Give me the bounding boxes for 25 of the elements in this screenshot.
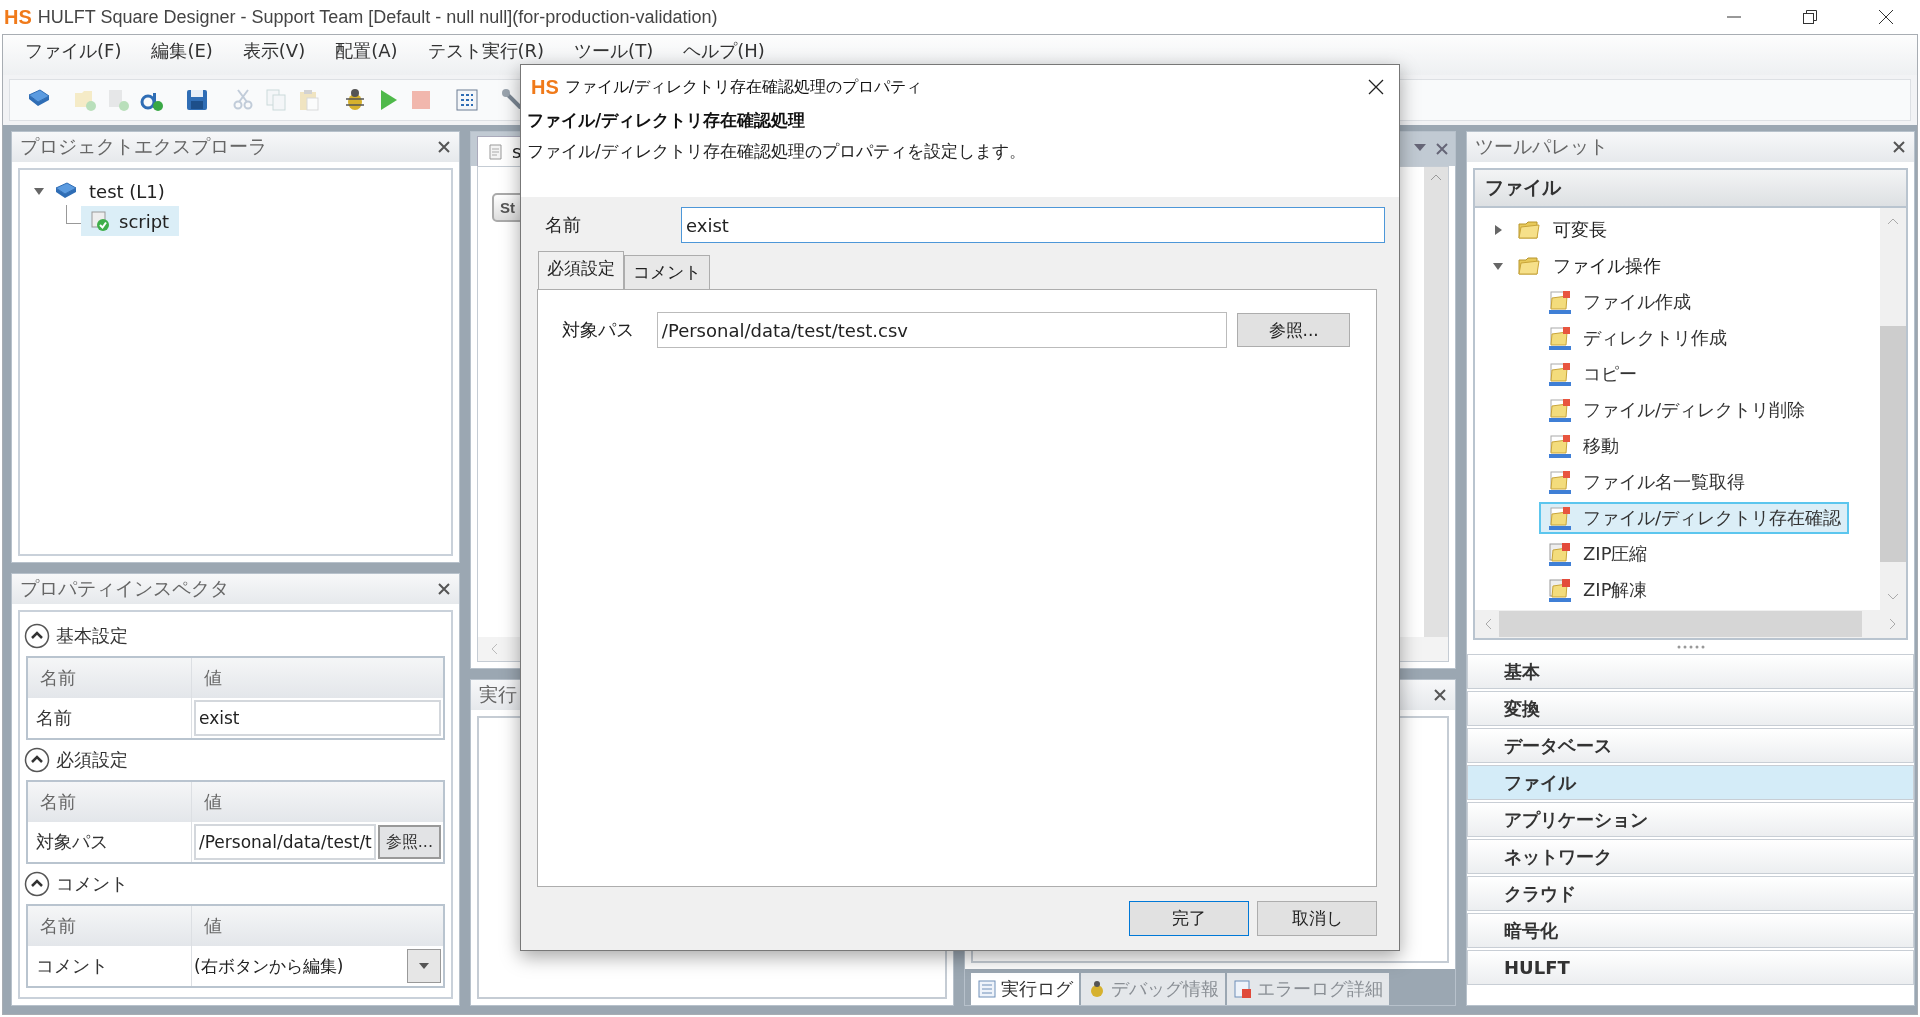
- section-title: コメント: [56, 872, 128, 896]
- column-header: 名前: [28, 782, 192, 822]
- column-header: 値: [203, 790, 223, 814]
- column-header: 値: [203, 914, 223, 938]
- section-title: 基本設定: [56, 624, 128, 648]
- column-header: 名前: [28, 658, 192, 698]
- property-name: コメント: [28, 946, 192, 986]
- field-label: 対象パス: [562, 318, 635, 342]
- column-header: 値: [203, 666, 223, 690]
- property-name: 名前: [28, 698, 192, 738]
- window-title: HULFT Square Designer - Support Team [Default - null null](for-production-validation): [37, 6, 718, 28]
- panel-title: ツールパレット: [1475, 134, 1608, 159]
- name-label: 名前: [544, 213, 582, 237]
- dialog-logo: HS: [531, 75, 559, 99]
- panel-title: 実行: [479, 682, 517, 707]
- group-title: ファイル: [1485, 175, 1561, 200]
- dialog-title: ファイル/ディレクトリ存在確認処理のプロパティ: [564, 76, 923, 98]
- property-value: (右ボタンから編集): [194, 954, 345, 978]
- panel-title: プロジェクトエクスプローラ: [20, 134, 267, 159]
- dialog-heading: ファイル/ディレクトリ存在確認処理: [527, 109, 807, 132]
- app-logo: HS: [4, 5, 32, 29]
- panel-title: プロパティインスペクタ: [20, 576, 229, 601]
- property-name: 対象パス: [28, 822, 192, 862]
- column-header: 名前: [28, 906, 192, 946]
- section-title: 必須設定: [56, 748, 128, 772]
